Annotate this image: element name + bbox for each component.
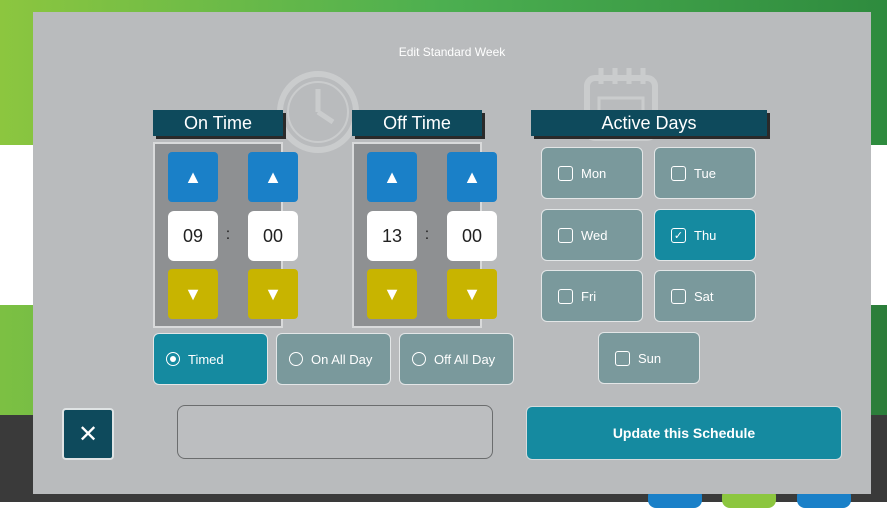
day-wed-checkbox[interactable]: Wed [541, 209, 643, 261]
off-time-panel: ▲ ▲ 13 : 00 ▼ ▼ [352, 142, 497, 328]
checkbox-icon [558, 288, 573, 304]
update-schedule-button[interactable]: Update this Schedule [526, 406, 842, 460]
edit-week-modal: Edit Standard Week On Time ▲ ▲ 09 : 00 ▼… [33, 12, 871, 494]
radio-selected-icon [166, 352, 180, 366]
off-minutes-value[interactable]: 00 [447, 211, 497, 261]
checkmark-icon: ✓ [671, 227, 686, 243]
on-time-header: On Time [153, 110, 283, 136]
day-label: Fri [581, 288, 597, 304]
checkbox-icon [671, 288, 686, 304]
radio-icon [289, 352, 303, 366]
off-minutes-down-button[interactable]: ▼ [447, 269, 497, 319]
day-fri-checkbox[interactable]: Fri [541, 270, 643, 322]
day-label: Mon [581, 165, 607, 181]
mode-timed-radio[interactable]: Timed [153, 333, 268, 385]
close-button[interactable]: ✕ [62, 408, 114, 460]
day-tue-checkbox[interactable]: Tue [654, 147, 756, 199]
day-thu-checkbox[interactable]: ✓ Thu [654, 209, 756, 261]
day-mon-checkbox[interactable]: Mon [541, 147, 643, 199]
on-minutes-down-button[interactable]: ▼ [248, 269, 298, 319]
day-label: Tue [694, 165, 716, 181]
off-hours-up-button[interactable]: ▲ [367, 152, 417, 202]
day-sat-checkbox[interactable]: Sat [654, 270, 756, 322]
off-time-header: Off Time [352, 110, 482, 136]
off-minutes-up-button[interactable]: ▲ [447, 152, 497, 202]
clock-watermark-icon [277, 71, 359, 153]
day-sun-checkbox[interactable]: Sun [598, 332, 700, 384]
checkbox-icon [558, 227, 573, 243]
on-time-separator: : [225, 226, 231, 243]
checkbox-icon [615, 350, 630, 366]
on-hours-up-button[interactable]: ▲ [168, 152, 218, 202]
off-time-separator: : [424, 226, 430, 243]
mode-on-all-day-radio[interactable]: On All Day [276, 333, 391, 385]
modal-title: Edit Standard Week [398, 45, 506, 59]
day-label: Sat [694, 288, 714, 304]
on-minutes-value[interactable]: 00 [248, 211, 298, 261]
mode-off-all-day-radio[interactable]: Off All Day [399, 333, 514, 385]
radio-icon [412, 352, 426, 366]
checkbox-icon [671, 165, 686, 181]
day-label: Sun [638, 350, 662, 366]
close-icon: ✕ [77, 420, 99, 448]
day-label: Thu [694, 227, 717, 243]
active-days-header: Active Days [531, 110, 767, 136]
off-hours-down-button[interactable]: ▼ [367, 269, 417, 319]
status-message-box [177, 405, 493, 459]
checkbox-icon [558, 165, 573, 181]
off-hours-value[interactable]: 13 [367, 211, 417, 261]
mode-label: Timed [188, 351, 224, 367]
on-hours-down-button[interactable]: ▼ [168, 269, 218, 319]
on-minutes-up-button[interactable]: ▲ [248, 152, 298, 202]
on-time-panel: ▲ ▲ 09 : 00 ▼ ▼ [153, 142, 298, 328]
on-hours-value[interactable]: 09 [168, 211, 218, 261]
mode-label: On All Day [311, 351, 373, 367]
day-label: Wed [581, 227, 608, 243]
mode-label: Off All Day [434, 351, 496, 367]
